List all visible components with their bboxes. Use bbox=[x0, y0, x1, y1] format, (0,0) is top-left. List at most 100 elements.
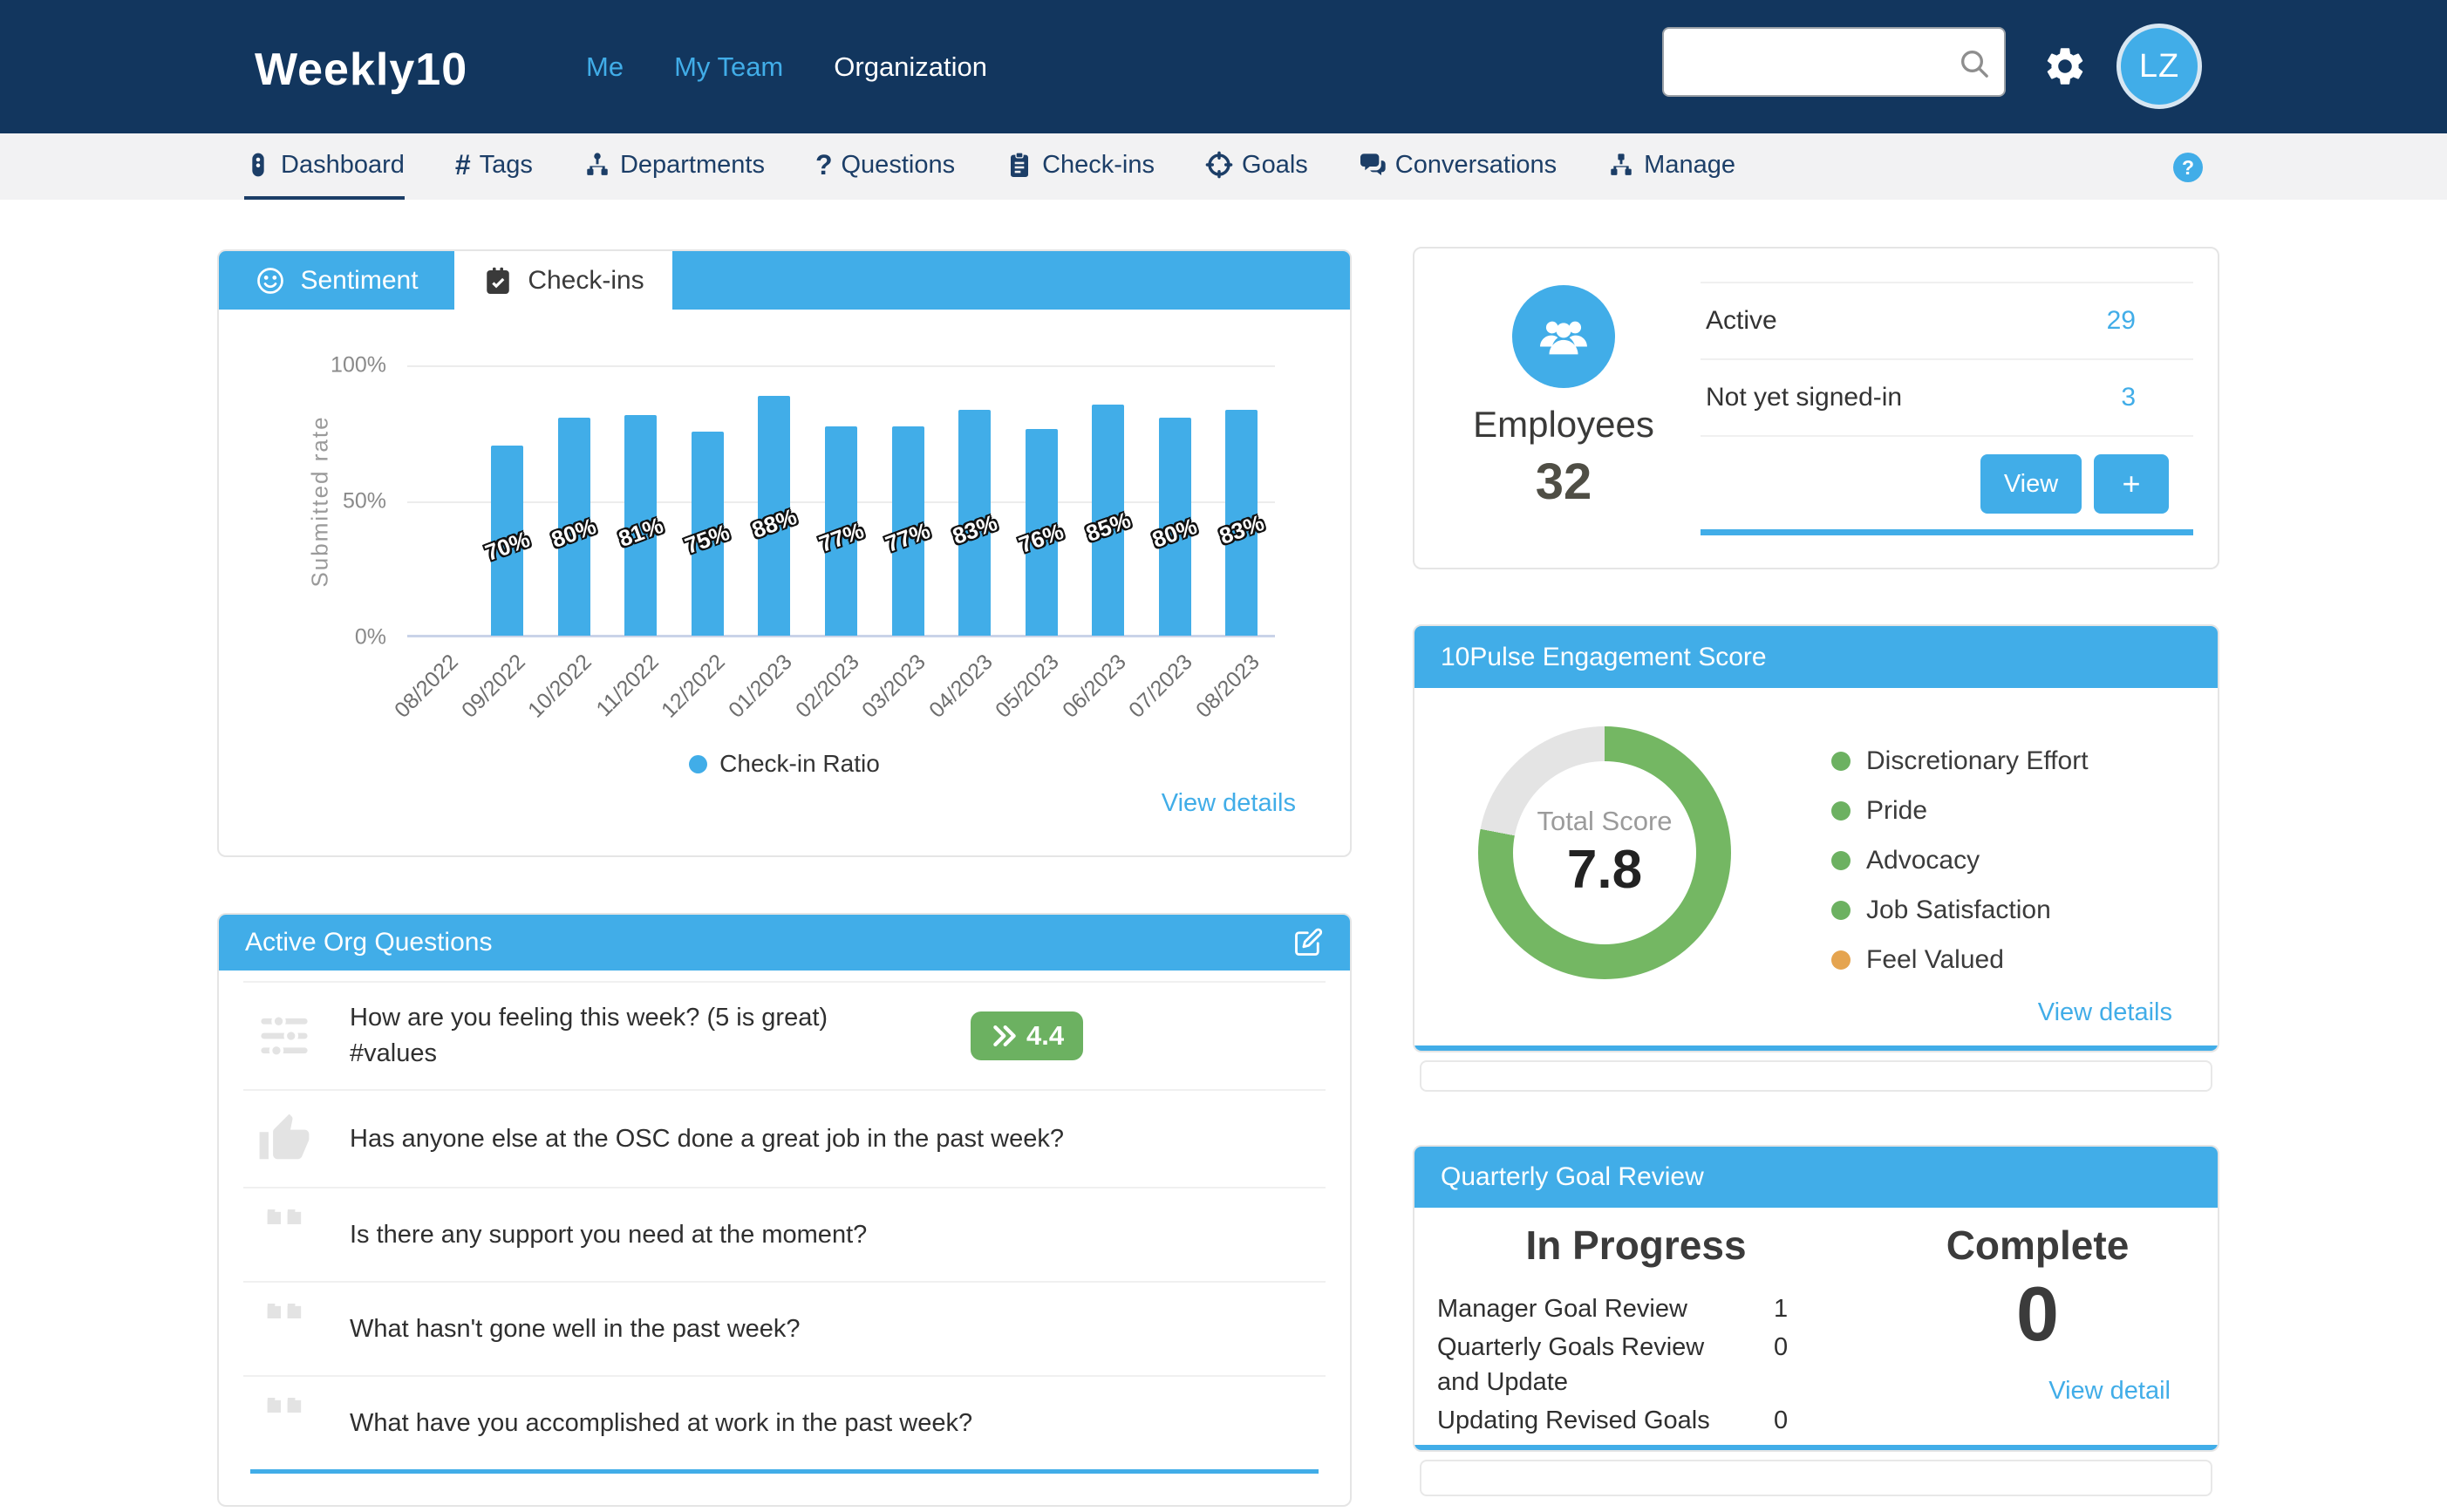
quote-icon: “ bbox=[261, 1398, 309, 1448]
chat-icon bbox=[1359, 151, 1387, 179]
hash-icon: # bbox=[455, 149, 471, 181]
tab-questions[interactable]: ? Questions bbox=[815, 133, 955, 200]
card-title: Active Org Questions bbox=[245, 928, 1292, 957]
tab-tags[interactable]: # Tags bbox=[455, 133, 533, 200]
pulse-legend: Discretionary EffortPrideAdvocacyJob Sat… bbox=[1831, 736, 2089, 984]
goal-row: Updating Revised Goals 0 bbox=[1437, 1403, 1857, 1438]
list-bottom-line bbox=[250, 1469, 1319, 1474]
legend-dot bbox=[1831, 801, 1851, 821]
tab-conversations[interactable]: Conversations bbox=[1359, 133, 1557, 200]
goal-row: Quarterly Goals Review and Update 0 bbox=[1437, 1330, 1857, 1400]
chart-view-details-link[interactable]: View details bbox=[1162, 789, 1296, 818]
thumbs-up-icon bbox=[257, 1112, 311, 1166]
pulse-legend-item: Feel Valued bbox=[1831, 935, 2089, 984]
card-title: 10Pulse Engagement Score bbox=[1441, 643, 1767, 672]
tab-label: Check-ins bbox=[528, 266, 644, 296]
primary-nav: Me My Team Organization bbox=[586, 0, 987, 133]
checkins-chart: 100% 50% 0% Submitted rate 70%80%81%75%8… bbox=[219, 310, 1350, 857]
question-text: Is there any support you need at the mom… bbox=[350, 1217, 867, 1253]
row-value[interactable]: 29 bbox=[2107, 306, 2136, 336]
checkins-plot: 100% 50% 0% Submitted rate 70%80%81%75%8… bbox=[407, 365, 1275, 637]
table-bottom-line bbox=[1701, 529, 2193, 535]
legend-dot bbox=[689, 755, 707, 773]
calendar-check-icon bbox=[482, 265, 514, 296]
y-tick: 100% bbox=[331, 353, 386, 378]
question-icon: ? bbox=[815, 149, 833, 181]
pulse-legend-item: Discretionary Effort bbox=[1831, 736, 2089, 786]
nav-link-organization[interactable]: Organization bbox=[834, 51, 987, 83]
engagement-donut-chart: Total Score 7.8 bbox=[1478, 726, 1731, 979]
employees-summary: Employees 32 bbox=[1437, 282, 1690, 535]
question-text: What hasn't gone well in the past week? bbox=[350, 1311, 801, 1347]
question-text: How are you feeling this week? (5 is gre… bbox=[350, 1000, 960, 1036]
goals-view-detail-link[interactable]: View detail bbox=[2048, 1377, 2171, 1405]
people-group-icon bbox=[1535, 308, 1592, 365]
row-label: Not yet signed-in bbox=[1706, 383, 1902, 412]
nav-link-me[interactable]: Me bbox=[586, 51, 624, 83]
sliders-icon bbox=[257, 1009, 311, 1063]
legend-label: Discretionary Effort bbox=[1866, 746, 2089, 776]
question-row: “ What have you accomplished at work in … bbox=[219, 1377, 1350, 1469]
legend-dot bbox=[1831, 752, 1851, 771]
nav-link-my-team[interactable]: My Team bbox=[674, 51, 783, 83]
legend-dot bbox=[1831, 901, 1851, 920]
question-row: “ What hasn't gone well in the past week… bbox=[219, 1283, 1350, 1375]
secondary-nav: Dashboard # Tags Departments ? Questions… bbox=[0, 133, 2447, 200]
tab-checkins-chart[interactable]: Check-ins bbox=[454, 251, 672, 310]
search-input[interactable] bbox=[1674, 32, 1948, 92]
pulse-card: 10Pulse Engagement Score Total Score 7.8… bbox=[1413, 624, 2219, 1052]
tab-label: Sentiment bbox=[300, 266, 418, 296]
question-row: Has anyone else at the OSC done a great … bbox=[219, 1091, 1350, 1187]
tab-manage[interactable]: Manage bbox=[1607, 133, 1735, 200]
card-bottom-line bbox=[1414, 1045, 2218, 1051]
double-chevron-icon bbox=[990, 1021, 1019, 1051]
legend-dot bbox=[1831, 950, 1851, 970]
goal-label: Quarterly Goals Review and Update bbox=[1437, 1330, 1741, 1400]
app-logo[interactable]: Weekly10 bbox=[255, 44, 467, 96]
goal-label: Updating Revised Goals bbox=[1437, 1403, 1741, 1438]
pulse-legend-item: Advocacy bbox=[1831, 835, 2089, 885]
legend-label: Pride bbox=[1866, 796, 1927, 826]
avatar[interactable]: LZ bbox=[2116, 24, 2202, 109]
questions-card: Active Org Questions How are you feeling… bbox=[217, 913, 1352, 1507]
chart-card-tabs: Sentiment Check-ins bbox=[219, 251, 1350, 310]
goals-card: Quarterly Goal Review In Progress Manage… bbox=[1413, 1145, 2219, 1452]
x-axis-labels: 08/202209/202210/202211/202212/202201/20… bbox=[407, 650, 1275, 746]
edit-icon[interactable] bbox=[1292, 927, 1324, 958]
in-progress-title: In Progress bbox=[1414, 1222, 1857, 1269]
view-button[interactable]: View bbox=[1980, 454, 2082, 514]
smiley-icon bbox=[255, 265, 286, 296]
tab-label: Questions bbox=[842, 151, 956, 180]
clipboard-icon bbox=[1005, 151, 1033, 179]
tab-goals[interactable]: Goals bbox=[1205, 133, 1308, 200]
tab-departments[interactable]: Departments bbox=[583, 133, 765, 200]
table-row: Not yet signed-in 3 bbox=[1701, 358, 2193, 435]
tab-sentiment[interactable]: Sentiment bbox=[219, 251, 454, 310]
pulse-view-details-link[interactable]: View details bbox=[2038, 998, 2172, 1027]
question-text: What have you accomplished at work in th… bbox=[350, 1406, 972, 1441]
score-badge: 4.4 bbox=[971, 1011, 1083, 1060]
employees-table: Active 29 Not yet signed-in 3 View + bbox=[1701, 282, 2193, 535]
tab-checkins[interactable]: Check-ins bbox=[1005, 133, 1155, 200]
goal-value: 0 bbox=[1774, 1403, 1788, 1438]
gear-icon[interactable] bbox=[2042, 44, 2088, 89]
pulse-legend-item: Pride bbox=[1831, 786, 2089, 835]
top-navbar: Weekly10 Me My Team Organization LZ bbox=[0, 0, 2447, 133]
help-button[interactable]: ? bbox=[2173, 153, 2203, 182]
question-row: How are you feeling this week? (5 is gre… bbox=[219, 983, 1350, 1089]
goal-label: Manager Goal Review bbox=[1437, 1291, 1741, 1326]
tab-label: Conversations bbox=[1395, 151, 1557, 180]
quote-icon: “ bbox=[261, 1209, 309, 1260]
card-title: Quarterly Goal Review bbox=[1441, 1162, 1704, 1192]
y-axis-title: Submitted rate bbox=[307, 415, 334, 587]
add-employee-button[interactable]: + bbox=[2094, 454, 2169, 514]
search-icon[interactable] bbox=[1957, 46, 1992, 81]
total-score-value: 7.8 bbox=[1567, 839, 1642, 901]
tab-dashboard[interactable]: Dashboard bbox=[244, 133, 405, 200]
dashboard-icon bbox=[244, 151, 272, 179]
chart-legend: Check-in Ratio bbox=[219, 750, 1350, 778]
goals-card-footer bbox=[1420, 1460, 2212, 1496]
row-value[interactable]: 3 bbox=[2121, 383, 2136, 412]
tab-label: Dashboard bbox=[281, 151, 405, 180]
question-tag: #values bbox=[350, 1036, 960, 1072]
